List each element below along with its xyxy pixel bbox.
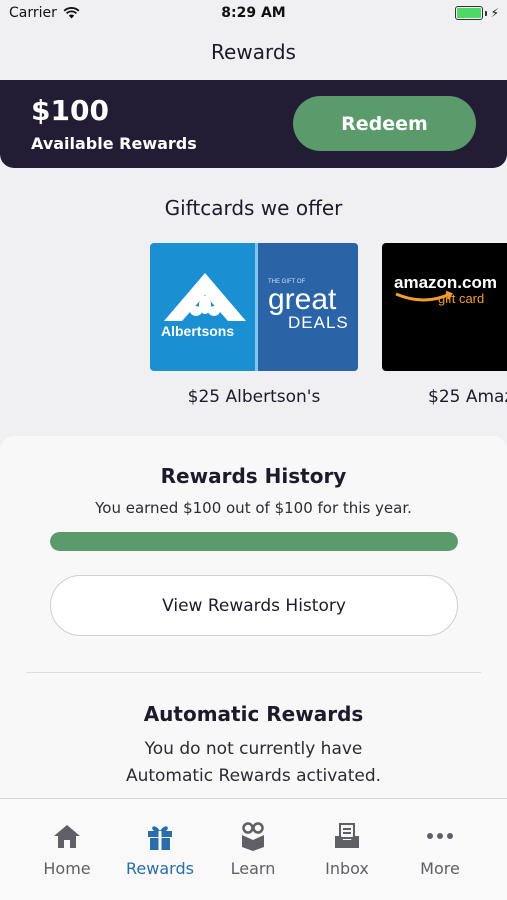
tab-label: Rewards — [126, 859, 194, 878]
tab-rewards[interactable]: Rewards — [113, 821, 207, 878]
charging-icon: ⚡ — [490, 6, 499, 20]
learn-icon — [242, 822, 264, 851]
tab-label: More — [420, 859, 460, 878]
rewards-banner: $100 Available Rewards Redeem — [0, 80, 507, 168]
giftcard-amazon[interactable]: amazon.com gift card $25 Amazon — [382, 243, 507, 407]
giftcard-label: $25 Albertson's — [187, 387, 321, 407]
giftcard-albertsons[interactable]: Albertsons THE GIFT OF great DEALS $25 A… — [150, 243, 358, 407]
gift-icon — [148, 826, 172, 850]
tab-more[interactable]: More — [393, 821, 487, 878]
albertsons-giftcard-image: Albertsons THE GIFT OF great DEALS — [150, 243, 358, 371]
rewards-history-card: Rewards History You earned $100 out of $… — [0, 436, 507, 800]
great-text: great — [268, 283, 337, 316]
automatic-rewards-text: You do not currently have Automatic Rewa… — [0, 736, 507, 790]
deals-text: DEALS — [288, 313, 349, 332]
albertsons-logo-icon — [164, 273, 246, 321]
view-rewards-history-button[interactable]: View Rewards History — [50, 575, 458, 636]
automatic-rewards-line2: Automatic Rewards activated. — [125, 766, 382, 786]
giftcard-label: $25 Amazon — [428, 387, 507, 407]
automatic-rewards-line1: You do not currently have — [144, 739, 363, 759]
giftcard-carousel[interactable]: Albertsons THE GIFT OF great DEALS $25 A… — [0, 243, 507, 423]
rewards-progress-fill — [50, 532, 458, 551]
home-icon — [54, 825, 80, 848]
giftcards-title: Giftcards we offer — [164, 196, 343, 220]
amazon-giftcard-image: amazon.com gift card — [382, 243, 507, 371]
divider — [26, 672, 481, 673]
tab-inbox[interactable]: Inbox — [300, 821, 394, 878]
available-amount: $100 — [31, 94, 109, 127]
redeem-button[interactable]: Redeem — [293, 96, 476, 151]
tab-label: Inbox — [325, 859, 369, 878]
inbox-icon — [335, 823, 359, 848]
albertsons-brand: Albertsons — [161, 323, 235, 339]
battery-icon: ⚡ — [454, 6, 499, 20]
more-icon — [427, 833, 453, 839]
rewards-history-title: Rewards History — [160, 464, 347, 488]
status-bar: Carrier 8:29 AM ⚡ — [0, 0, 507, 28]
amazon-smile-icon — [395, 290, 453, 302]
tab-bar: Home Rewards Learn Inbox More — [0, 798, 507, 900]
tab-home[interactable]: Home — [20, 821, 114, 878]
tab-label: Home — [43, 859, 91, 878]
automatic-rewards-title: Automatic Rewards — [143, 702, 364, 726]
tab-label: Learn — [230, 859, 276, 878]
page-title: Rewards — [211, 40, 296, 64]
status-time: 8:29 AM — [221, 5, 286, 21]
rewards-progress-bar — [50, 532, 458, 551]
available-rewards-label: Available Rewards — [31, 134, 197, 153]
rewards-history-subtitle: You earned $100 out of $100 for this yea… — [95, 499, 412, 517]
tab-learn[interactable]: Learn — [206, 821, 300, 878]
